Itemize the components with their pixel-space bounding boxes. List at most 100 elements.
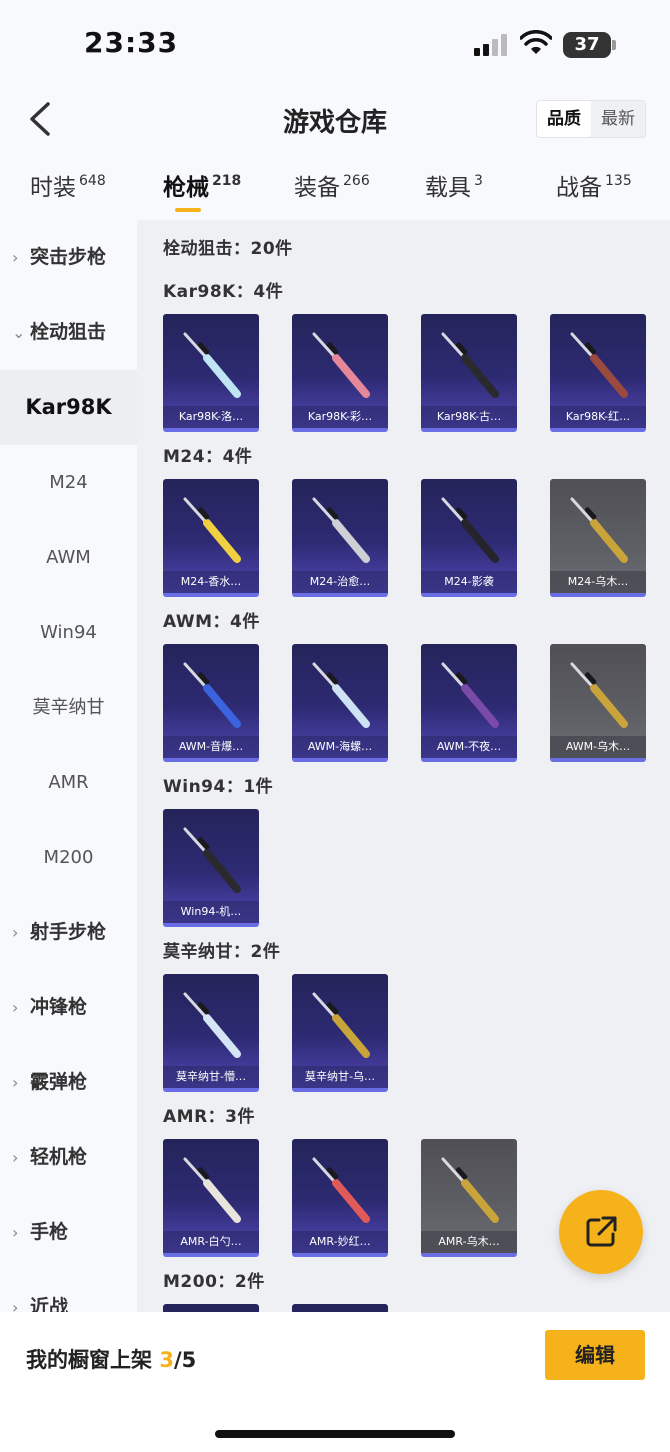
chevron-right-icon: ›: [12, 1223, 19, 1242]
sidebar-item-label: 栓动狙击: [30, 321, 107, 343]
sidebar-item-win94[interactable]: Win94: [0, 595, 137, 670]
weapon-skin-card[interactable]: AMR-乌木…: [421, 1139, 517, 1257]
section-title: AMR：3件: [163, 1107, 255, 1127]
weapon-skin-card[interactable]: 莫辛纳甘-乌…: [292, 974, 388, 1092]
category-tabs: 时装 648 枪械 218 装备 266 载具 3 战备 135: [0, 152, 670, 220]
tab-label: 战备: [556, 175, 602, 201]
weapon-skin-card[interactable]: Kar98K-彩…: [292, 314, 388, 432]
section-title: Win94：1件: [163, 777, 274, 797]
weapon-skin-name: Win94-机…: [163, 901, 259, 923]
sidebar-item-assault-rifle[interactable]: › 突击步枪: [0, 220, 137, 295]
rifle-icon: [441, 662, 499, 728]
weapon-skin-card[interactable]: [163, 1304, 259, 1312]
rifle-icon: [183, 332, 241, 398]
showcase-shelf-status: 我的橱窗上架 3/5: [26, 1344, 196, 1374]
weapon-skin-name: Kar98K-彩…: [292, 406, 388, 428]
chevron-right-icon: ›: [12, 1073, 19, 1092]
weapon-skin-card[interactable]: AWM-音爆…: [163, 644, 259, 762]
weapon-skin-name: M24-影袭: [421, 571, 517, 593]
tab-label: 时装: [30, 175, 76, 201]
weapon-skin-card[interactable]: AMR-白勺…: [163, 1139, 259, 1257]
tab-label: 枪械: [163, 175, 209, 201]
weapon-skin-name: AMR-白勺…: [163, 1231, 259, 1253]
sidebar-item-label: 霰弹枪: [30, 1071, 88, 1093]
weapon-skin-card[interactable]: AWM-海螺…: [292, 644, 388, 762]
weapon-skin-card[interactable]: M24-乌木…: [550, 479, 646, 597]
tab-count: 218: [212, 173, 242, 189]
nav-bar: 游戏仓库 品质 最新: [0, 90, 670, 152]
tab-equipment[interactable]: 装备 266: [294, 168, 370, 202]
rifle-icon: [570, 662, 628, 728]
weapon-skin-card[interactable]: Kar98K-红…: [550, 314, 646, 432]
edit-button[interactable]: 编辑: [545, 1330, 645, 1380]
weapon-skin-card[interactable]: Win94-机…: [163, 809, 259, 927]
sidebar-item-smg[interactable]: › 冲锋枪: [0, 970, 137, 1045]
sort-option-latest[interactable]: 最新: [591, 101, 645, 137]
share-button[interactable]: [559, 1190, 643, 1274]
rifle-icon: [312, 497, 370, 563]
tab-fashion[interactable]: 时装 648: [30, 168, 106, 202]
tab-vehicles[interactable]: 载具 3: [425, 168, 483, 202]
tab-label: 载具: [425, 175, 471, 201]
rifle-icon: [441, 497, 499, 563]
weapon-skin-name: 莫辛纳甘-懵…: [163, 1066, 259, 1088]
section-title: 莫辛纳甘：2件: [163, 942, 281, 962]
chevron-down-icon: ⌄: [12, 323, 26, 342]
chevron-right-icon: ›: [12, 923, 19, 942]
sidebar-item-kar98k[interactable]: Kar98K: [0, 370, 137, 445]
sidebar-item-label: 冲锋枪: [30, 996, 88, 1018]
weapon-skin-card[interactable]: AMR-妙红…: [292, 1139, 388, 1257]
sidebar-item-label: 突击步枪: [30, 246, 107, 268]
chevron-right-icon: ›: [12, 1148, 19, 1167]
rifle-icon: [312, 332, 370, 398]
sidebar-item-shotgun[interactable]: › 霰弹枪: [0, 1045, 137, 1120]
rifle-icon: [570, 497, 628, 563]
rifle-icon: [183, 1157, 241, 1223]
weapon-skin-name: AWM-海螺…: [292, 736, 388, 758]
section-title: Kar98K：4件: [163, 282, 284, 302]
chevron-right-icon: ›: [12, 248, 19, 267]
sidebar-item-label: 轻机枪: [30, 1146, 88, 1168]
sidebar-item-pistol[interactable]: › 手枪: [0, 1195, 137, 1270]
weapon-skin-card[interactable]: Kar98K-洛…: [163, 314, 259, 432]
tab-count: 266: [343, 173, 370, 189]
sidebar-item-mosin[interactable]: 莫辛纳甘: [0, 670, 137, 745]
weapon-skin-card[interactable]: 莫辛纳甘-懵…: [163, 974, 259, 1092]
weapon-skin-card[interactable]: AWM-不夜…: [421, 644, 517, 762]
weapon-skin-card[interactable]: Kar98K-古…: [421, 314, 517, 432]
sort-option-quality[interactable]: 品质: [537, 101, 591, 137]
weapon-skin-name: M24-香水…: [163, 571, 259, 593]
chevron-right-icon: ›: [12, 998, 19, 1017]
sidebar-item-marksman-rifle[interactable]: › 射手步枪: [0, 895, 137, 970]
shelf-label: 我的橱窗上架: [26, 1348, 160, 1372]
rifle-icon: [312, 992, 370, 1058]
sidebar-item-bolt-sniper[interactable]: ⌄ 栓动狙击: [0, 295, 137, 370]
weapon-skin-card[interactable]: M24-治愈…: [292, 479, 388, 597]
tab-firearms[interactable]: 枪械 218: [163, 168, 241, 202]
sidebar-item-amr[interactable]: AMR: [0, 745, 137, 820]
rifle-icon: [183, 992, 241, 1058]
weapon-skin-card[interactable]: [292, 1304, 388, 1312]
status-bar: 23:33 37: [0, 0, 670, 90]
sidebar-item-m24[interactable]: M24: [0, 445, 137, 520]
weapon-skin-card[interactable]: M24-影袭: [421, 479, 517, 597]
sort-toggle: 品质 最新: [536, 100, 646, 138]
weapon-skin-name: Kar98K-红…: [550, 406, 646, 428]
weapon-skin-card[interactable]: M24-香水…: [163, 479, 259, 597]
sidebar-item-melee[interactable]: › 近战: [0, 1270, 137, 1312]
shelf-total: /5: [173, 1348, 197, 1372]
status-time: 23:33: [84, 26, 179, 59]
cellular-signal-icon: [474, 34, 507, 56]
sidebar-item-m200[interactable]: M200: [0, 820, 137, 895]
sidebar-item-label: 射手步枪: [30, 921, 107, 943]
sidebar: › 突击步枪 ⌄ 栓动狙击 Kar98K M24 AWM Win94 莫辛纳甘 AM…: [0, 220, 137, 1312]
tab-count: 135: [605, 173, 632, 189]
tab-supplies[interactable]: 战备 135: [556, 168, 632, 202]
weapon-skin-name: AMR-妙红…: [292, 1231, 388, 1253]
weapon-skin-name: Kar98K-古…: [421, 406, 517, 428]
weapon-skin-card[interactable]: AWM-乌木…: [550, 644, 646, 762]
sidebar-item-awm[interactable]: AWM: [0, 520, 137, 595]
bottom-bar: 我的橱窗上架 3/5 编辑: [0, 1312, 670, 1452]
battery-icon: 37: [563, 32, 611, 58]
sidebar-item-lmg[interactable]: › 轻机枪: [0, 1120, 137, 1195]
